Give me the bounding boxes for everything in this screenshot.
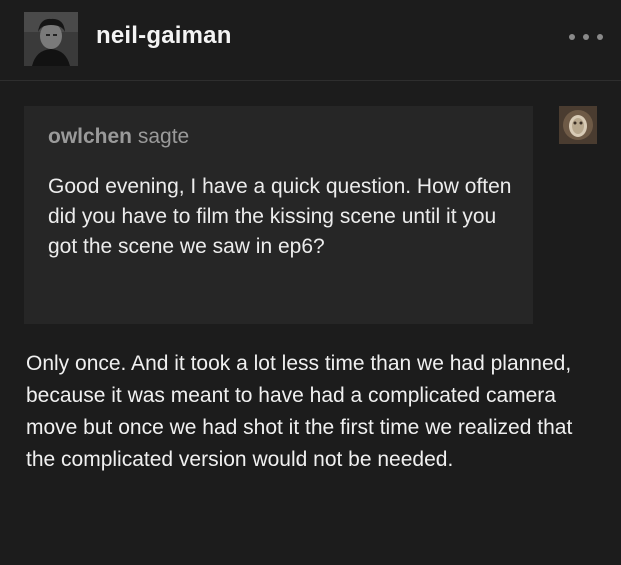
asker-avatar-image — [559, 106, 597, 144]
tumblr-post: neil-gaiman owlchen sagte Good evening, … — [0, 0, 621, 565]
author-photo — [24, 12, 78, 66]
ask-verb: sagte — [137, 125, 190, 148]
post-header: neil-gaiman — [0, 0, 621, 81]
ask-attribution: owlchen sagte — [48, 125, 189, 149]
more-options-icon[interactable] — [569, 30, 603, 44]
answer-text: Only once. And it took a lot less time t… — [26, 352, 573, 471]
more-dot — [597, 34, 603, 40]
more-dot — [569, 34, 575, 40]
author-username[interactable]: neil-gaiman — [96, 22, 232, 50]
author-avatar[interactable] — [24, 12, 78, 66]
asker-name[interactable]: owlchen — [48, 125, 132, 148]
ask-question: Good evening, I have a quick question. H… — [48, 175, 512, 258]
more-dot — [583, 34, 589, 40]
ask-box: owlchen sagte Good evening, I have a qui… — [24, 106, 533, 324]
asker-avatar[interactable] — [559, 106, 597, 144]
